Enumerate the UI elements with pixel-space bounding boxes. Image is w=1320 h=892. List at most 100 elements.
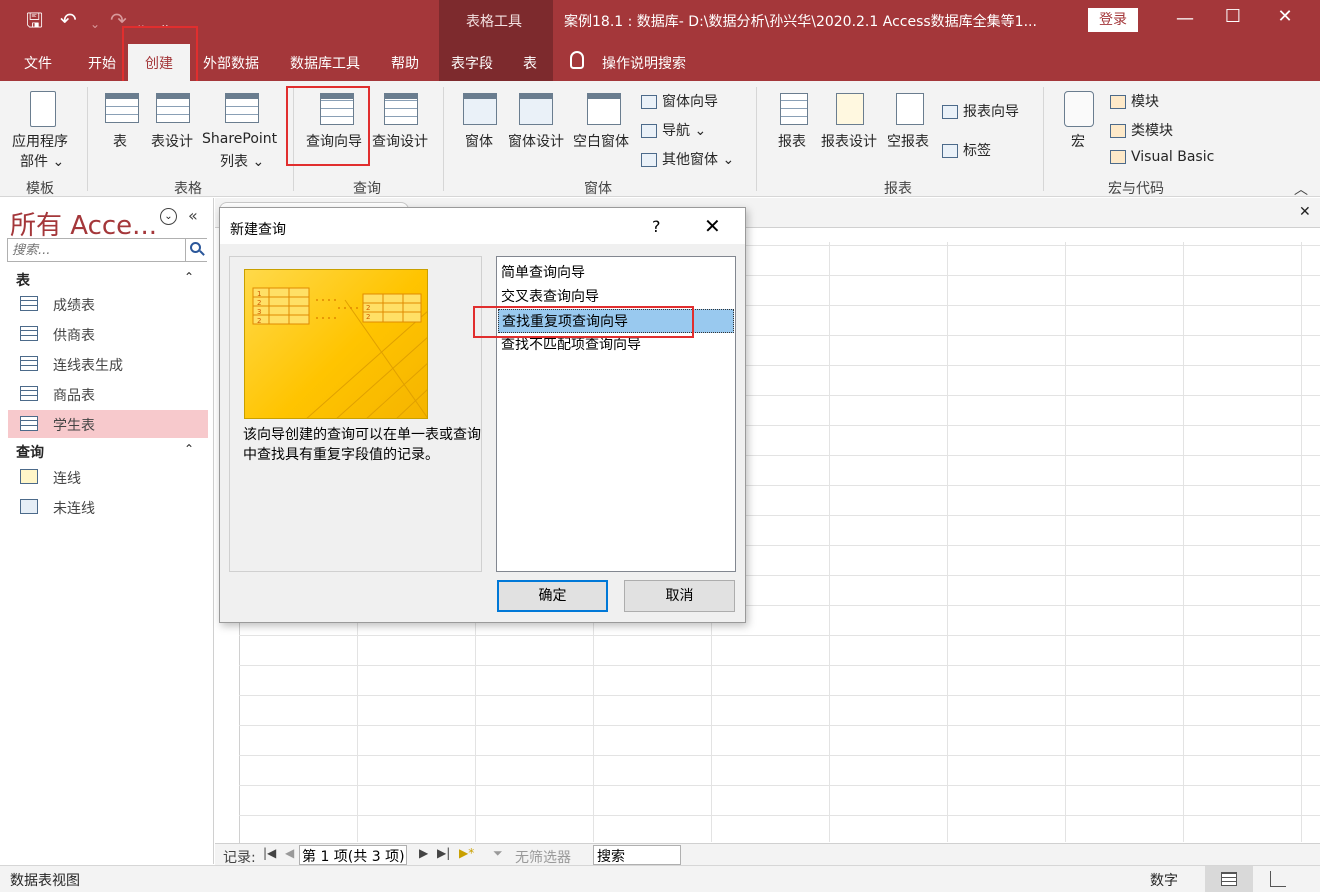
svg-text:3: 3 bbox=[257, 308, 261, 316]
datasheet-view-button[interactable] bbox=[1205, 866, 1253, 892]
save-icon[interactable]: 🖫 bbox=[26, 8, 43, 32]
app-parts-button-line2[interactable]: 部件 ⌄ bbox=[20, 151, 64, 171]
table-icon bbox=[20, 416, 38, 431]
design-view-icon[interactable] bbox=[1270, 871, 1286, 887]
group-label-queries: 查询 bbox=[353, 181, 381, 197]
nav-menu-chevron-icon[interactable]: ⌄ bbox=[160, 208, 177, 225]
form-button[interactable]: 窗体 bbox=[465, 131, 493, 151]
module-button[interactable]: 模块 bbox=[1110, 91, 1159, 111]
cancel-button[interactable]: 取消 bbox=[624, 580, 735, 612]
new-query-dialog: 新建查询 ? ✕ 1 2 3 2 2 2 该向导创建的查询可以在单一表或查询中查… bbox=[219, 207, 746, 623]
search-icon[interactable] bbox=[185, 239, 207, 261]
dialog-title: 新建查询 bbox=[230, 222, 286, 238]
datasheet-view-icon bbox=[1221, 872, 1237, 886]
blank-report-button[interactable]: 空报表 bbox=[887, 131, 929, 151]
nav-collapse-icon[interactable]: « bbox=[188, 206, 198, 225]
next-record-icon[interactable]: ▶ bbox=[419, 846, 428, 860]
svg-text:2: 2 bbox=[257, 299, 261, 307]
nav-item-table[interactable]: 连线表生成 bbox=[8, 350, 208, 378]
form-wizard-button[interactable]: 窗体向导 bbox=[641, 91, 718, 111]
class-module-icon bbox=[1110, 124, 1126, 138]
nav-pane-title[interactable]: 所有 Acce... bbox=[10, 205, 157, 242]
nav-group-tables[interactable]: 表 bbox=[16, 270, 30, 290]
group-separator bbox=[87, 87, 88, 191]
nav-item-table[interactable]: 供商表 bbox=[8, 320, 208, 348]
app-parts-button[interactable]: 应用程序 bbox=[12, 131, 68, 151]
query-design-icon bbox=[384, 93, 418, 125]
visual-basic-icon bbox=[1110, 150, 1126, 164]
blank-form-icon bbox=[587, 93, 621, 125]
lightbulb-icon bbox=[570, 51, 584, 69]
report-button[interactable]: 报表 bbox=[778, 131, 806, 151]
form-design-icon bbox=[519, 93, 553, 125]
svg-text:2: 2 bbox=[366, 313, 370, 321]
nav-search-input[interactable] bbox=[7, 238, 207, 262]
sharepoint-list-button[interactable]: SharePoint bbox=[202, 131, 277, 147]
no-filter-button[interactable]: 无筛选器 bbox=[515, 847, 571, 867]
more-forms-button[interactable]: 其他窗体 ⌄ bbox=[641, 149, 734, 169]
nav-item-table-selected[interactable]: 学生表 bbox=[8, 410, 208, 438]
close-dialog-icon[interactable]: ✕ bbox=[704, 214, 721, 238]
first-record-icon[interactable]: |◀ bbox=[263, 846, 276, 860]
wizard-preview-image: 1232 22 bbox=[244, 269, 428, 419]
undo-icon[interactable]: ↶ bbox=[60, 8, 77, 32]
nav-item-query[interactable]: 未连线 bbox=[8, 493, 208, 521]
collapse-ribbon-icon[interactable]: ︿ bbox=[1294, 179, 1308, 199]
list-item-simple-query-wizard[interactable]: 简单查询向导 bbox=[498, 261, 734, 285]
close-window-icon[interactable]: ✕ bbox=[1265, 6, 1305, 27]
help-icon[interactable]: ? bbox=[652, 217, 661, 236]
nav-group-queries[interactable]: 查询 bbox=[16, 442, 44, 462]
form-wizard-icon bbox=[641, 95, 657, 109]
record-search-input[interactable]: 搜索 bbox=[593, 845, 681, 865]
current-record-field[interactable]: 第 1 项(共 3 项) bbox=[299, 845, 407, 865]
class-module-button[interactable]: 类模块 bbox=[1110, 120, 1173, 140]
close-document-icon[interactable]: ✕ bbox=[1299, 204, 1311, 220]
duplicate-query-illustration: 1232 22 bbox=[252, 287, 427, 418]
macro-button[interactable]: 宏 bbox=[1071, 131, 1085, 151]
tab-table[interactable]: 表 bbox=[523, 53, 537, 73]
wizard-description: 该向导创建的查询可以在单一表或查询中查找具有重复字段值的记录。 bbox=[243, 427, 481, 463]
status-bar: 数据表视图 数字 bbox=[0, 865, 1320, 892]
labels-button[interactable]: 标签 bbox=[942, 140, 991, 160]
nav-item-table[interactable]: 商品表 bbox=[8, 380, 208, 408]
prev-record-icon[interactable]: ◀ bbox=[285, 846, 294, 860]
tab-help[interactable]: 帮助 bbox=[391, 53, 419, 73]
query-icon bbox=[20, 499, 38, 514]
undo-dropdown-icon[interactable]: ⌄ bbox=[90, 12, 100, 36]
nav-item-table[interactable]: 成绩表 bbox=[8, 290, 208, 318]
tab-file[interactable]: 文件 bbox=[24, 53, 52, 73]
table-icon bbox=[20, 386, 38, 401]
nav-item-query[interactable]: 连线 bbox=[8, 463, 208, 491]
sharepoint-list-icon bbox=[225, 93, 259, 123]
tab-database-tools[interactable]: 数据库工具 bbox=[290, 53, 360, 73]
document-title: 案例18.1 : 数据库- D:\数据分析\孙兴华\2020.2.1 Acces… bbox=[564, 14, 1037, 30]
report-wizard-button[interactable]: 报表向导 bbox=[942, 101, 1019, 121]
tab-home[interactable]: 开始 bbox=[88, 53, 116, 73]
maximize-icon[interactable]: ☐ bbox=[1213, 6, 1253, 27]
visual-basic-button[interactable]: Visual Basic bbox=[1110, 149, 1214, 165]
last-record-icon[interactable]: ▶| bbox=[437, 846, 450, 860]
context-tool-title: 表格工具 bbox=[466, 14, 522, 30]
collapse-group-icon[interactable]: ⌃ bbox=[184, 270, 194, 284]
query-design-button[interactable]: 查询设计 bbox=[372, 131, 428, 151]
table-button[interactable]: 表 bbox=[113, 131, 127, 151]
tab-table-fields[interactable]: 表字段 bbox=[451, 53, 493, 73]
tell-me-search[interactable]: 操作说明搜索 bbox=[602, 53, 686, 73]
query-wizard-list[interactable]: 简单查询向导 交叉表查询向导 查找重复项查询向导 查找不匹配项查询向导 bbox=[496, 256, 736, 572]
minimize-icon[interactable]: — bbox=[1165, 8, 1205, 29]
new-record-icon[interactable]: ▶* bbox=[459, 846, 474, 860]
sharepoint-list-button-line2[interactable]: 列表 ⌄ bbox=[220, 151, 264, 171]
group-label-template: 模板 bbox=[26, 181, 54, 197]
collapse-group-icon[interactable]: ⌃ bbox=[184, 442, 194, 456]
table-design-icon bbox=[156, 93, 190, 123]
form-design-button[interactable]: 窗体设计 bbox=[508, 131, 564, 151]
navigation-button[interactable]: 导航 ⌄ bbox=[641, 120, 706, 140]
table-design-button[interactable]: 表设计 bbox=[151, 131, 193, 151]
login-button[interactable]: 登录 bbox=[1088, 8, 1138, 32]
group-separator bbox=[443, 87, 444, 191]
more-forms-icon bbox=[641, 153, 657, 167]
report-design-button[interactable]: 报表设计 bbox=[821, 131, 877, 151]
ok-button[interactable]: 确定 bbox=[497, 580, 608, 612]
tab-external-data[interactable]: 外部数据 bbox=[203, 53, 259, 73]
blank-form-button[interactable]: 空白窗体 bbox=[573, 131, 629, 151]
